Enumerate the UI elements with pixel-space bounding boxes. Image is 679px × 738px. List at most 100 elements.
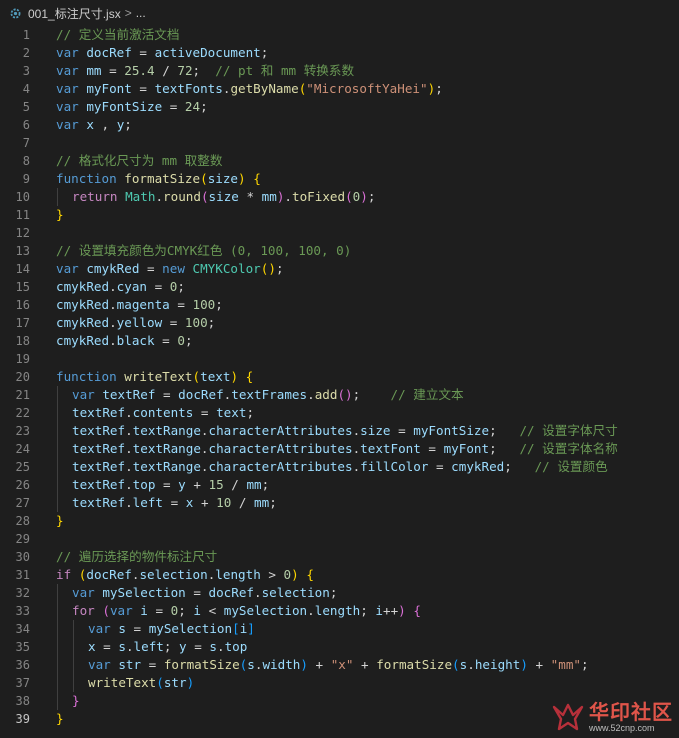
code-token: i <box>140 603 148 618</box>
code-token: selection <box>139 567 208 582</box>
line-number: 12 <box>15 226 30 240</box>
code-line[interactable]: 17 cmykRed.yellow = 100; <box>0 314 679 332</box>
code-line[interactable]: 24 textRef.textRange.characterAttributes.… <box>0 440 679 458</box>
code-token: docRef <box>86 45 132 60</box>
line-number: 1 <box>22 28 30 42</box>
code-token: return <box>72 189 118 204</box>
code-line[interactable]: 31 if (docRef.selection.length > 0) { <box>0 566 679 584</box>
code-token: add <box>314 387 338 402</box>
code-token: 15 <box>208 477 224 492</box>
code-line[interactable]: 23 textRef.textRange.characterAttributes.… <box>0 422 679 440</box>
code-token: { <box>306 567 314 582</box>
code-token: 0 <box>283 567 292 582</box>
line-number: 20 <box>15 370 30 384</box>
code-token: mm <box>254 495 270 510</box>
code-token: . <box>254 585 262 600</box>
code-line[interactable]: 1 // 定义当前激活文档 <box>0 26 679 44</box>
code-token: textRange <box>132 459 201 474</box>
code-line[interactable]: 18 cmykRed.black = 0; <box>0 332 679 350</box>
code-token: selection <box>261 585 330 600</box>
code-token: + <box>193 495 217 510</box>
code-line[interactable]: 21 var textRef = docRef.textFrames.add();… <box>0 386 679 404</box>
code-line[interactable]: 6 var x , y; <box>0 116 679 134</box>
code-token: = <box>155 387 179 402</box>
code-token: = <box>125 621 149 636</box>
code-line[interactable]: 33 for (var i = 0; i < mySelection.length… <box>0 602 679 620</box>
code-line[interactable]: 11} <box>0 206 679 224</box>
code-line[interactable]: 10 return Math.round(size * mm).toFixed(0… <box>0 188 679 206</box>
code-line[interactable]: 3 var mm = 25.4 / 72; // pt 和 mm 转换系数 <box>0 62 679 80</box>
code-token: var <box>88 657 111 672</box>
code-editor[interactable]: 1 // 定义当前激活文档 2 var docRef = activeDocument… <box>0 26 679 738</box>
code-line[interactable]: 8 // 格式化尺寸为 mm 取整数 <box>0 152 679 170</box>
code-line[interactable]: 16 cmykRed.magenta = 100; <box>0 296 679 314</box>
code-line[interactable]: 20 function writeText(text) { <box>0 368 679 386</box>
code-token: var <box>88 621 111 636</box>
code-line[interactable]: 14 var cmykRed = new CMYKColor(); <box>0 260 679 278</box>
code-line[interactable]: 27 textRef.left = x + 10 / mm; <box>0 494 679 512</box>
code-token: + <box>353 657 377 672</box>
code-token: x <box>88 639 96 654</box>
code-token: textRef <box>72 423 126 438</box>
line-number: 30 <box>15 550 30 564</box>
gear-icon <box>8 6 22 20</box>
code-line[interactable]: 9 function formatSize(size) { <box>0 170 679 188</box>
code-token: = <box>163 495 186 510</box>
code-text: var myFont = textFonts.getByName("Micros… <box>56 80 443 98</box>
code-line[interactable]: 35 x = s.left; y = s.top <box>0 638 679 656</box>
code-line[interactable]: 4 var myFont = textFonts.getByName("Micro… <box>0 80 679 98</box>
code-token: ; <box>581 657 589 672</box>
code-token: . <box>467 657 475 672</box>
line-number: 23 <box>15 424 30 438</box>
code-token: cmykRed <box>56 297 110 312</box>
code-token: fillColor <box>360 459 429 474</box>
code-token: formatSize <box>376 657 453 672</box>
code-line[interactable]: 29 <box>0 530 679 548</box>
code-line[interactable]: 26 textRef.top = y + 15 / mm; <box>0 476 679 494</box>
code-token: { <box>253 171 261 186</box>
code-line[interactable]: 36 var str = formatSize(s.width) + "x" + … <box>0 656 679 674</box>
code-line[interactable]: 2 var docRef = activeDocument; <box>0 44 679 62</box>
code-token: s <box>247 657 255 672</box>
code-token: writeText <box>124 369 193 384</box>
code-token: getByName <box>230 81 299 96</box>
code-token: ; <box>360 603 376 618</box>
code-line[interactable]: 5 var myFontSize = 24; <box>0 98 679 116</box>
code-line[interactable]: 12 <box>0 224 679 242</box>
code-token: "x" <box>330 657 354 672</box>
code-token: textRef <box>72 441 126 456</box>
code-token: docRef <box>86 567 132 582</box>
code-token: ( <box>102 603 110 618</box>
code-token: s <box>209 639 217 654</box>
code-line[interactable]: 32 var mySelection = docRef.selection; <box>0 584 679 602</box>
code-token: Math <box>125 189 156 204</box>
code-line[interactable]: 7 <box>0 134 679 152</box>
indent-guide <box>57 458 58 476</box>
code-line[interactable]: 34 var s = mySelection[i] <box>0 620 679 638</box>
breadcrumb-trail[interactable]: ... <box>136 6 146 20</box>
code-text: textRef.left = x + 10 / mm; <box>72 494 277 512</box>
code-line[interactable]: 30 // 遍历选择的物件标注尺寸 <box>0 548 679 566</box>
brand-logo-icon <box>552 703 584 731</box>
code-token: contents <box>132 405 194 420</box>
code-token: ) <box>520 657 528 672</box>
code-line[interactable]: 15 cmykRed.cyan = 0; <box>0 278 679 296</box>
code-token: = <box>131 81 155 96</box>
code-line[interactable]: 13 // 设置填充颜色为CMYK红色 (0, 100, 100, 0) <box>0 242 679 260</box>
code-token: // 设置颜色 <box>534 459 608 474</box>
code-line[interactable]: 37 writeText(str) <box>0 674 679 692</box>
code-line[interactable]: 19 <box>0 350 679 368</box>
code-line[interactable]: 28} <box>0 512 679 530</box>
code-text: cmykRed.yellow = 100; <box>56 314 215 332</box>
code-token: myFontSize <box>86 99 163 114</box>
code-token: { <box>413 603 421 618</box>
indent-guide <box>73 638 74 656</box>
code-token: ( <box>200 171 208 186</box>
code-token: s <box>118 639 126 654</box>
code-line[interactable]: 22 textRef.contents = text; <box>0 404 679 422</box>
code-line[interactable]: 25 textRef.textRange.characterAttributes.… <box>0 458 679 476</box>
code-token: ; <box>163 639 180 654</box>
code-token: mm <box>246 477 262 492</box>
breadcrumb-file[interactable]: 001_标注尺寸.jsx <box>28 5 121 22</box>
